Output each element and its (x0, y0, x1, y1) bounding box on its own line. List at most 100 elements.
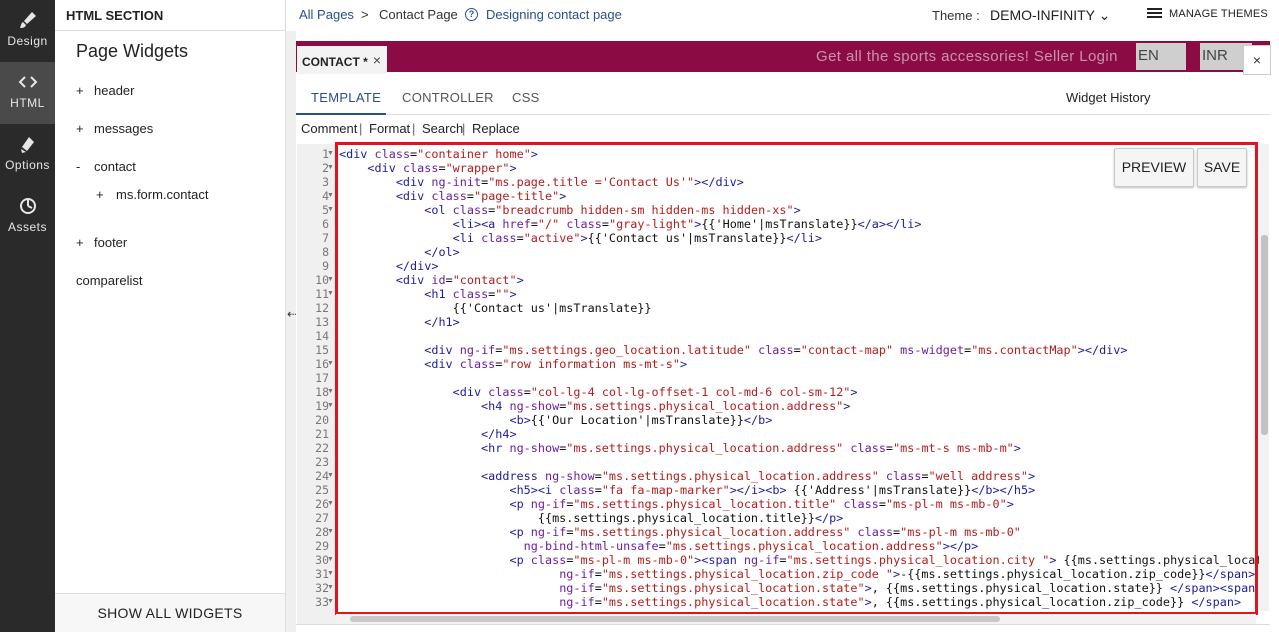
code-line[interactable]: <b>{{'Our Location'|msTranslate}}</b> (339, 413, 772, 427)
horizontal-scroll-thumb[interactable] (350, 616, 1000, 622)
editor-toolbar: Comment | Format | Search | Replace (296, 118, 1270, 142)
fold-arrow-icon[interactable]: ▼ (327, 192, 334, 199)
show-all-widgets-button[interactable]: SHOW ALL WIDGETS (55, 593, 285, 632)
code-line[interactable]: <hr ng-show="ms.settings.physical_locati… (339, 441, 1021, 455)
panel-splitter[interactable]: ⇠ (286, 31, 297, 632)
help-link[interactable]: Designing contact page (486, 7, 622, 22)
expand-toggle[interactable]: + (76, 121, 94, 136)
tree-item-comparelist[interactable]: comparelist (76, 273, 142, 288)
tree-item-ms-form-contact[interactable]: + ms.form.contact (96, 187, 208, 202)
tab-css[interactable]: CSS (512, 90, 540, 105)
widgets-panel: HTML SECTION Page Widgets + header + messa… (55, 0, 286, 632)
left-rail: Design HTML Options Assets (0, 0, 55, 632)
fold-arrow-icon[interactable]: ▼ (327, 290, 334, 297)
expand-toggle[interactable]: + (76, 83, 94, 98)
help-icon[interactable]: ? (465, 8, 478, 21)
vertical-scroll-thumb[interactable] (1261, 235, 1268, 435)
rail-options-label: Options (5, 158, 50, 172)
replace-tool[interactable]: Replace (472, 121, 520, 136)
fold-arrow-icon[interactable]: ▼ (327, 556, 334, 563)
code-editor[interactable]: 1 ▼ 2 ▼ 3 4 ▼ 5 ▼ 6 7 8 9 10 ▼ 11 ▼ 12 13 14 15 16 ▼ 17 18 ▼ 19 ▼ 20… (297, 144, 1268, 626)
fold-arrow-icon[interactable]: ▼ (327, 276, 334, 283)
fold-arrow-icon[interactable]: ▼ (327, 150, 334, 157)
fold-arrow-icon[interactable]: ▼ (327, 528, 334, 535)
expand-toggle[interactable]: + (76, 235, 94, 250)
code-line[interactable]: <div class="col-lg-4 col-lg-offset-1 col… (339, 385, 858, 399)
file-tab-contact[interactable]: CONTACT * × (297, 46, 387, 76)
theme-value: DEMO-INFINITY (990, 7, 1095, 23)
code-line[interactable]: <p class="ms-pl-m ms-mb-0"><span ng-if="… (339, 553, 1268, 567)
code-line[interactable]: </div> (339, 259, 439, 273)
close-editor-button[interactable]: × (1243, 45, 1271, 75)
code-line[interactable]: <h5><i class="fa fa-map-marker"></i><b> … (339, 483, 1035, 497)
fold-arrow-icon[interactable]: ▼ (327, 570, 334, 577)
fold-arrow-icon[interactable]: ▼ (327, 500, 334, 507)
preview-button[interactable]: PREVIEW (1114, 148, 1194, 187)
code-line[interactable]: <div class="wrapper"> (339, 161, 516, 175)
code-line[interactable]: <address ng-show="ms.settings.physical_l… (339, 469, 1035, 483)
fold-arrow-icon[interactable]: ▼ (327, 598, 334, 605)
line-number: 20 (315, 413, 329, 427)
code-line[interactable]: ng-bind-html-unsafe="ms.settings.physica… (339, 539, 979, 553)
line-number: 9 (322, 259, 329, 273)
code-line[interactable]: <h4 ng-show="ms.settings.physical_locati… (339, 399, 850, 413)
currency-value: INR (1202, 47, 1228, 64)
code-line[interactable]: <p ng-if="ms.settings.physical_location.… (339, 497, 1013, 511)
tree-item-label: messages (94, 121, 154, 136)
tree-item-messages[interactable]: + messages (76, 121, 153, 136)
tab-template[interactable]: TEMPLATE (311, 90, 381, 105)
tree-item-footer[interactable]: + footer (76, 235, 127, 250)
rail-html[interactable]: HTML (0, 62, 55, 124)
code-line[interactable]: <div class="row information ms-mt-s"> (339, 357, 687, 371)
close-tab-icon[interactable]: × (373, 52, 381, 68)
code-line[interactable]: {{'Contact us'|msTranslate}} (339, 301, 652, 315)
comment-tool[interactable]: Comment (301, 121, 357, 136)
tree-item-contact[interactable]: - contact (76, 159, 136, 174)
fold-arrow-icon[interactable]: ▼ (327, 472, 334, 479)
format-tool[interactable]: Format (369, 121, 410, 136)
code-line[interactable]: <h1 class=""> (339, 287, 516, 301)
code-line[interactable]: <div class="container home"> (339, 147, 538, 161)
search-tool[interactable]: Search (422, 121, 463, 136)
code-line[interactable]: <div ng-if="ms.settings.geo_location.lat… (339, 343, 1127, 357)
rail-options[interactable]: Options (0, 124, 55, 186)
widget-history-link[interactable]: Widget History (1066, 90, 1151, 105)
fold-arrow-icon[interactable]: ▼ (327, 360, 334, 367)
code-line[interactable]: {{ms.settings.physical_location.title}}<… (339, 511, 843, 525)
code-line[interactable]: <div class="page-title"> (339, 189, 567, 203)
fold-arrow-icon[interactable]: ▼ (327, 206, 334, 213)
breadcrumb-all-pages[interactable]: All Pages (299, 7, 354, 22)
code-line[interactable]: <div id="contact"> (339, 273, 524, 287)
line-number: 8 (322, 245, 329, 259)
line-number: 30 (315, 553, 329, 567)
theme-select[interactable]: DEMO-INFINITY ⌄ (990, 7, 1110, 24)
save-button[interactable]: SAVE (1197, 148, 1247, 187)
tree-item-header[interactable]: + header (76, 83, 134, 98)
collapse-toggle[interactable]: - (76, 159, 94, 174)
code-line[interactable]: ng-if="ms.settings.physical_location.zip… (339, 567, 1255, 581)
theme-label: Theme : (932, 8, 980, 23)
code-line[interactable]: <li class="active">{{'Contact us'|msTran… (339, 231, 822, 245)
code-line[interactable]: <div ng-init="ms.page.title ='Contact Us… (339, 175, 744, 189)
code-line[interactable]: ng-if="ms.settings.physical_location.sta… (339, 581, 1255, 595)
line-number: 11 (315, 287, 329, 301)
menu-icon (1147, 8, 1162, 18)
line-number: 2 (322, 161, 329, 175)
tab-controller[interactable]: CONTROLLER (402, 90, 494, 105)
code-line[interactable]: <ol class="breadcrumb hidden-sm hidden-m… (339, 203, 800, 217)
code-line[interactable]: <li><a href="/" class="gray-light">{{'Ho… (339, 217, 922, 231)
fold-arrow-icon[interactable]: ▼ (327, 164, 334, 171)
code-line[interactable]: </ol> (339, 245, 460, 259)
line-number: 24 (315, 469, 329, 483)
code-line[interactable]: </h1> (339, 315, 460, 329)
fold-arrow-icon[interactable]: ▼ (327, 402, 334, 409)
rail-design[interactable]: Design (0, 0, 55, 62)
fold-arrow-icon[interactable]: ▼ (327, 388, 334, 395)
rail-assets[interactable]: Assets (0, 186, 55, 248)
code-line[interactable]: <p ng-if="ms.settings.physical_location.… (339, 525, 1020, 539)
code-line[interactable]: </h4> (339, 427, 517, 441)
fold-arrow-icon[interactable]: ▼ (327, 584, 334, 591)
expand-toggle[interactable]: + (96, 187, 116, 202)
code-line[interactable]: ng-if="ms.settings.physical_location.sta… (339, 595, 1241, 609)
manage-themes-button[interactable]: MANAGE THEMES (1147, 8, 1268, 20)
